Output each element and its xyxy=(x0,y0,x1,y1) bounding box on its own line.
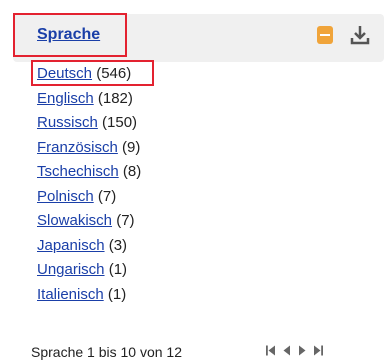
language-link[interactable]: Ungarisch xyxy=(37,261,105,278)
facet-title-link[interactable]: Sprache xyxy=(37,26,100,44)
prev-page-icon[interactable] xyxy=(283,343,291,361)
first-page-icon[interactable] xyxy=(266,343,276,361)
pagination-status: Sprache 1 bis 10 von 12 xyxy=(31,344,182,360)
list-item: Polnisch (7) xyxy=(37,187,141,212)
list-item: Französisch (9) xyxy=(37,138,141,163)
item-count: (8) xyxy=(122,163,142,180)
list-item: Japanisch (3) xyxy=(37,236,141,261)
language-link[interactable]: Italienisch xyxy=(37,286,104,303)
list-item: Tschechisch (8) xyxy=(37,162,141,187)
language-link[interactable]: Slowakisch xyxy=(37,212,112,229)
list-item: Ungarisch (1) xyxy=(37,260,141,285)
item-count: (7) xyxy=(97,187,117,205)
list-item: Slowakisch (7) xyxy=(37,211,141,236)
language-link[interactable]: Französisch xyxy=(37,139,118,156)
language-link[interactable]: Japanisch xyxy=(37,237,105,254)
language-facet-panel: Sprache Deutsch (546) Englisch (182) Rus… xyxy=(0,0,387,362)
item-count: (182) xyxy=(97,89,133,107)
item-count: (1) xyxy=(107,285,127,303)
pager xyxy=(266,343,323,361)
item-count: (150) xyxy=(102,114,138,131)
list-item: Italienisch (1) xyxy=(37,285,141,310)
item-count: (7) xyxy=(116,212,135,229)
list-item: Englisch (182) xyxy=(37,89,141,114)
item-count: (9) xyxy=(122,138,141,156)
language-link[interactable]: Russisch xyxy=(37,114,98,131)
language-link[interactable]: Tschechisch xyxy=(37,163,119,180)
language-link[interactable]: Polnisch xyxy=(37,188,94,205)
language-link[interactable]: Deutsch xyxy=(37,65,92,82)
item-count: (3) xyxy=(108,236,128,254)
next-page-icon[interactable] xyxy=(298,343,306,361)
item-count: (1) xyxy=(108,261,128,278)
language-link[interactable]: Englisch xyxy=(37,90,94,107)
collapse-icon[interactable] xyxy=(317,26,333,44)
last-page-icon[interactable] xyxy=(313,343,323,361)
download-icon[interactable] xyxy=(350,24,370,46)
language-list: Deutsch (546) Englisch (182) Russisch (1… xyxy=(37,64,141,309)
item-count: (546) xyxy=(96,65,132,82)
list-item: Deutsch (546) xyxy=(37,64,141,89)
list-item: Russisch (150) xyxy=(37,113,141,138)
